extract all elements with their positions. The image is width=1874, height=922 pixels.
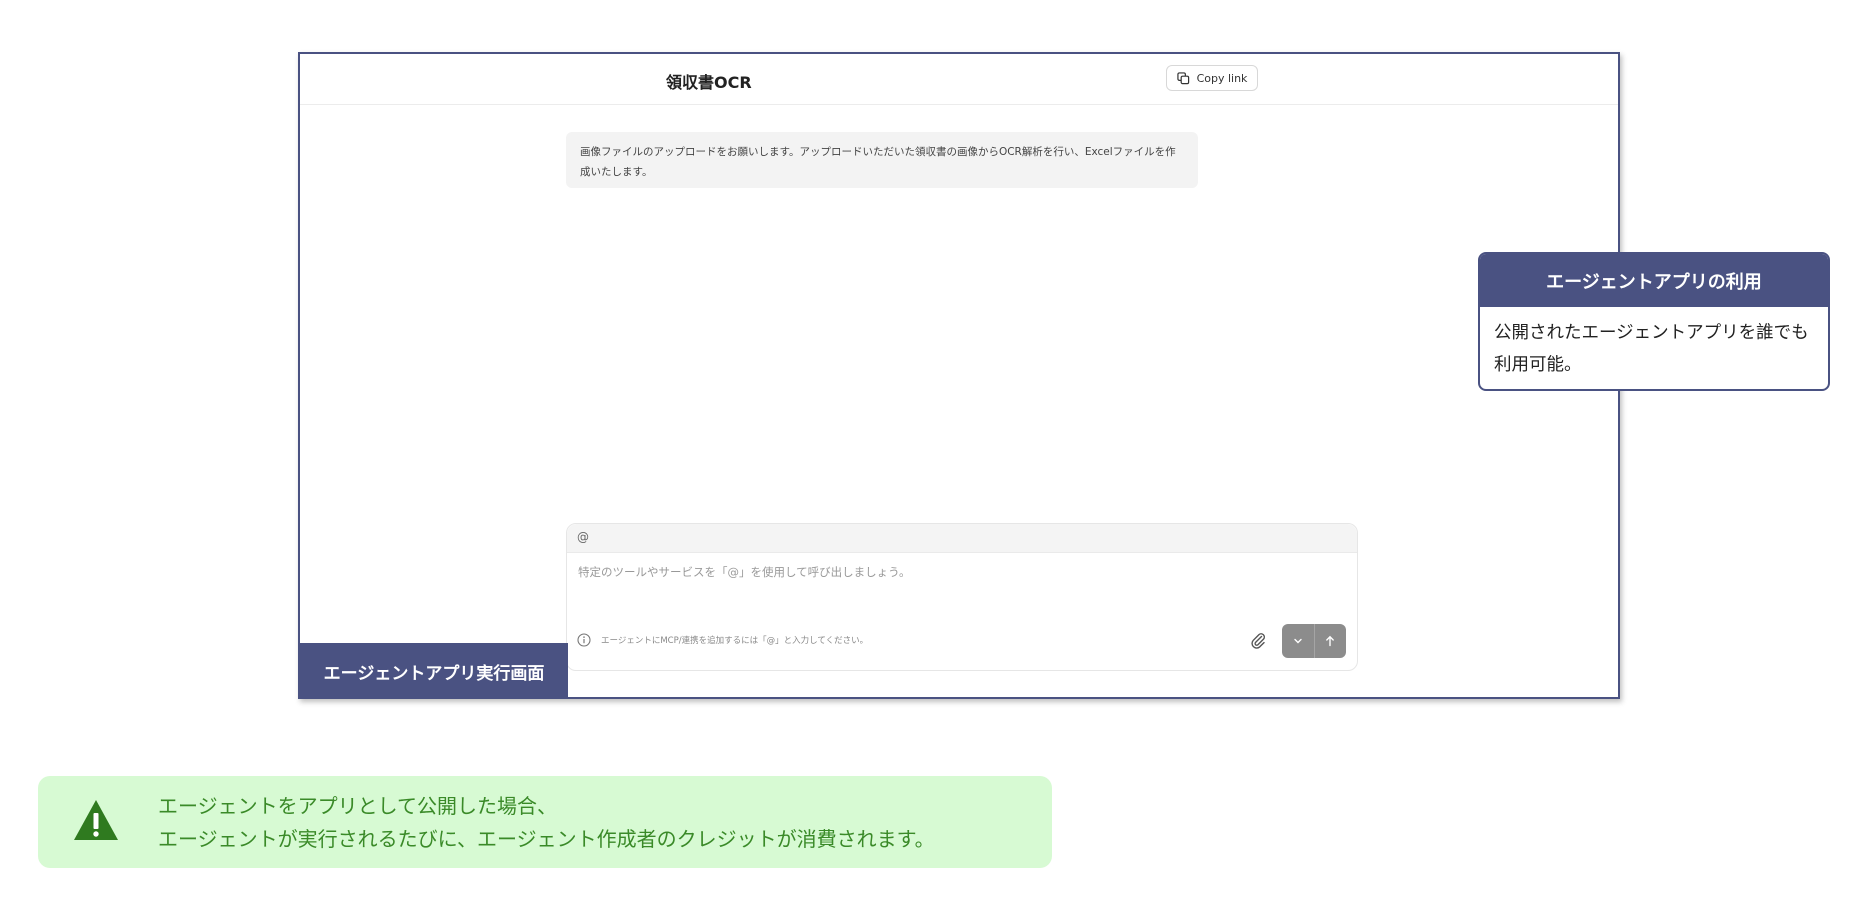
- copy-icon: [1176, 71, 1189, 84]
- mention-at-icon[interactable]: @: [577, 530, 589, 544]
- mention-bar: @: [567, 524, 1357, 553]
- warning-icon: [74, 800, 118, 840]
- chat-input[interactable]: [576, 560, 1340, 584]
- copy-link-label: Copy link: [1196, 71, 1248, 85]
- warning-line-1: エージェントをアプリとして公開した場合、: [158, 794, 557, 818]
- send-button-group: [1282, 624, 1346, 658]
- paperclip-icon[interactable]: [1250, 631, 1266, 649]
- warning-line-2: エージェントが実行されるたびに、エージェント作成者のクレジットが消費されます。: [158, 827, 935, 851]
- warning-note: エージェントをアプリとして公開した場合、 エージェントが実行されるたびに、エージ…: [38, 776, 1052, 868]
- send-button[interactable]: [1313, 624, 1347, 658]
- callout-title: エージェントアプリの利用: [1480, 254, 1828, 307]
- app-title: 領収書OCR: [666, 73, 752, 92]
- info-icon: [577, 633, 591, 647]
- warning-text: エージェントをアプリとして公開した場合、 エージェントが実行されるたびに、エージ…: [158, 790, 935, 856]
- callout-body: 公開されたエージェントアプリを誰でも利用可能。: [1494, 323, 1809, 375]
- app-screenshot-frame: 領収書OCR Copy link 画像ファイルのアップロードをお願いします。アッ…: [298, 52, 1620, 699]
- app-header: 領収書OCR Copy link: [300, 54, 1618, 105]
- callout-box: エージェントアプリの利用 公開されたエージェントアプリを誰でも利用可能。: [1478, 252, 1830, 391]
- chat-composer: @ エージェントにMCP/連携を追加するには「@」と入力してください。: [566, 523, 1358, 671]
- send-options-button[interactable]: [1282, 624, 1314, 658]
- arrow-up-icon: [1326, 635, 1335, 647]
- composer-hint: エージェントにMCP/連携を追加するには「@」と入力してください。: [601, 636, 869, 646]
- frame-caption: エージェントアプリ実行画面: [300, 643, 568, 699]
- chevron-down-icon: [1294, 638, 1302, 644]
- copy-link-button[interactable]: Copy link: [1166, 65, 1258, 91]
- assistant-message: 画像ファイルのアップロードをお願いします。アップロードいただいた領収書の画像から…: [566, 132, 1198, 188]
